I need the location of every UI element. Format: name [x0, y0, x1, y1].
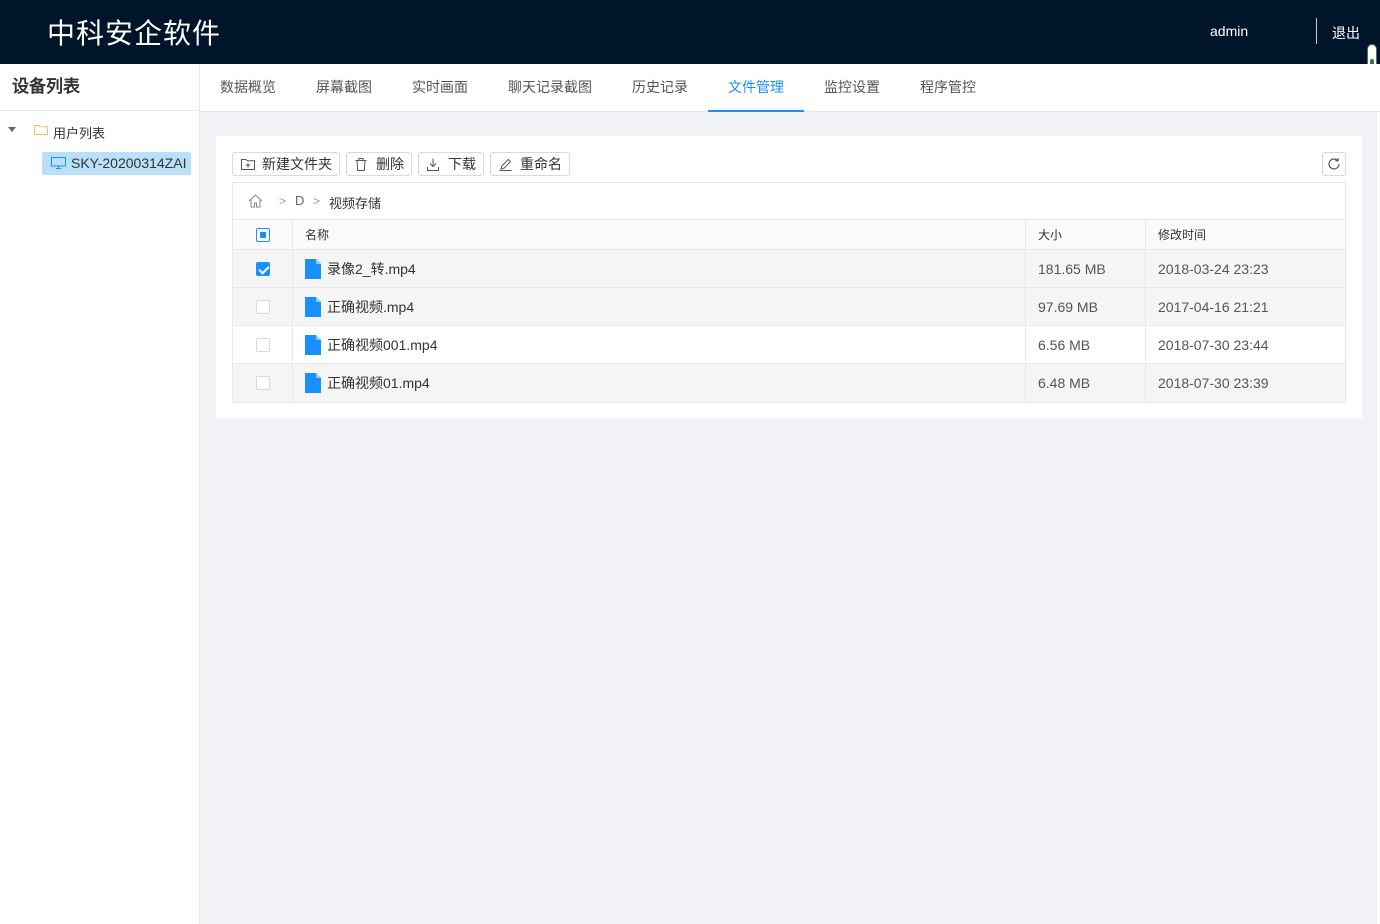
file-icon [305, 296, 321, 317]
current-user[interactable]: admin [1210, 23, 1248, 39]
row-check-cell [233, 288, 293, 325]
name-cell: 正确视频01.mp4 [293, 364, 1026, 402]
name-cell: 正确视频.mp4 [293, 288, 1026, 325]
delete-label: 删除 [376, 156, 404, 172]
rename-button[interactable]: 重命名 [490, 152, 570, 176]
modified-cell: 2017-04-16 21:21 [1158, 298, 1269, 315]
select-all-checkbox[interactable] [255, 227, 270, 242]
crumb-current-folder[interactable]: 视频存储 [329, 193, 381, 212]
tab-program-control[interactable]: 程序管控 [920, 64, 976, 112]
file-name[interactable]: 正确视频.mp4 [327, 297, 414, 317]
logout-button[interactable]: 退出 [1332, 23, 1360, 43]
file-icon [305, 373, 321, 393]
app-title: 中科安企软件 [47, 18, 222, 49]
tab-file-management[interactable]: 文件管理 [708, 64, 804, 112]
tab-history[interactable]: 历史记录 [632, 64, 688, 112]
tree-root-label: 用户列表 [53, 126, 106, 141]
header-check-cell [233, 220, 293, 249]
table-header-row: 名称 大小 修改时间 [233, 220, 1345, 250]
crumb-separator: > [279, 194, 287, 208]
row-checkbox[interactable] [255, 299, 270, 314]
caret-down-icon[interactable] [8, 127, 16, 132]
modified-cell: 2018-07-30 23:39 [1158, 375, 1269, 391]
file-name[interactable]: 录像2_转.mp4 [327, 259, 416, 279]
home-icon[interactable] [248, 194, 263, 208]
row-checkbox[interactable] [255, 337, 270, 352]
table-row[interactable]: 正确视频.mp4 97.69 MB 2017-04-16 21:21 [233, 288, 1345, 326]
column-header-name[interactable]: 名称 [293, 220, 1026, 249]
modified-cell: 2018-03-24 23:23 [1158, 260, 1269, 277]
column-header-size[interactable]: 大小 [1026, 220, 1146, 249]
folder-icon [34, 125, 48, 135]
new-folder-button[interactable]: 新建文件夹 [232, 152, 340, 176]
trash-icon [355, 158, 367, 171]
tree-node-label: SKY-20200314ZAI [71, 155, 187, 171]
sidebar-title: 设备列表 [0, 64, 199, 111]
new-folder-label: 新建文件夹 [262, 156, 332, 172]
tab-bar: 数据概览 屏幕截图 实时画面 聊天记录截图 历史记录 文件管理 监控设置 程序管… [200, 64, 1380, 112]
tree-root-user-list[interactable]: 用户列表 [0, 121, 200, 141]
size-cell: 97.69 MB [1026, 288, 1146, 325]
row-check-cell [233, 250, 293, 287]
file-panel: 新建文件夹 删除 下载 重命名 > D > 视频存储 名称 大小 修改时间 录像… [216, 136, 1362, 418]
download-icon [427, 158, 439, 171]
table-row[interactable]: 录像2_转.mp4 181.65 MB 2018-03-24 23:23 [233, 250, 1345, 288]
name-cell: 录像2_转.mp4 [293, 250, 1026, 287]
tab-live-view[interactable]: 实时画面 [412, 64, 468, 112]
download-label: 下载 [448, 156, 476, 172]
refresh-icon [1328, 158, 1340, 170]
name-cell: 正确视频001.mp4 [293, 326, 1026, 363]
tab-data-overview[interactable]: 数据概览 [220, 64, 276, 112]
tab-monitor-settings[interactable]: 监控设置 [824, 64, 880, 112]
file-table: 名称 大小 修改时间 录像2_转.mp4 181.65 MB 2018-03-2… [232, 219, 1346, 403]
folder-plus-icon [241, 159, 255, 170]
size-cell: 6.48 MB [1026, 364, 1146, 402]
table-row[interactable]: 正确视频001.mp4 6.56 MB 2018-07-30 23:44 [233, 326, 1345, 364]
delete-button[interactable]: 删除 [346, 152, 412, 176]
modified-cell: 2018-07-30 23:44 [1158, 336, 1269, 353]
table-row[interactable]: 正确视频01.mp4 6.48 MB 2018-07-30 23:39 [233, 364, 1345, 402]
file-icon [305, 334, 321, 355]
tree-node-device[interactable]: SKY-20200314ZAI [42, 152, 191, 175]
file-name[interactable]: 正确视频001.mp4 [327, 335, 437, 355]
edit-icon [499, 158, 512, 171]
monitor-icon [51, 157, 66, 169]
download-button[interactable]: 下载 [418, 152, 484, 176]
rename-label: 重命名 [520, 156, 562, 172]
size-cell: 6.56 MB [1026, 326, 1146, 363]
refresh-button[interactable] [1322, 152, 1346, 176]
tab-screenshots[interactable]: 屏幕截图 [316, 64, 372, 112]
row-checkbox[interactable] [255, 376, 270, 390]
row-check-cell [233, 326, 293, 363]
device-sidebar: 设备列表 用户列表 SKY-20200314ZAI [0, 64, 200, 924]
file-icon [305, 258, 321, 279]
breadcrumb: > D > 视频存储 [232, 182, 1346, 219]
header-divider [1316, 18, 1317, 44]
row-check-cell [233, 364, 293, 402]
top-header: 中科安企软件 admin 退出 [0, 0, 1380, 64]
row-checkbox[interactable] [255, 261, 270, 276]
size-cell: 181.65 MB [1026, 250, 1146, 287]
crumb-drive[interactable]: D [295, 193, 304, 208]
file-name[interactable]: 正确视频01.mp4 [327, 373, 430, 393]
crumb-separator: > [313, 194, 321, 208]
tab-chat-screenshots[interactable]: 聊天记录截图 [508, 64, 592, 112]
column-header-modified[interactable]: 修改时间 [1146, 220, 1345, 249]
